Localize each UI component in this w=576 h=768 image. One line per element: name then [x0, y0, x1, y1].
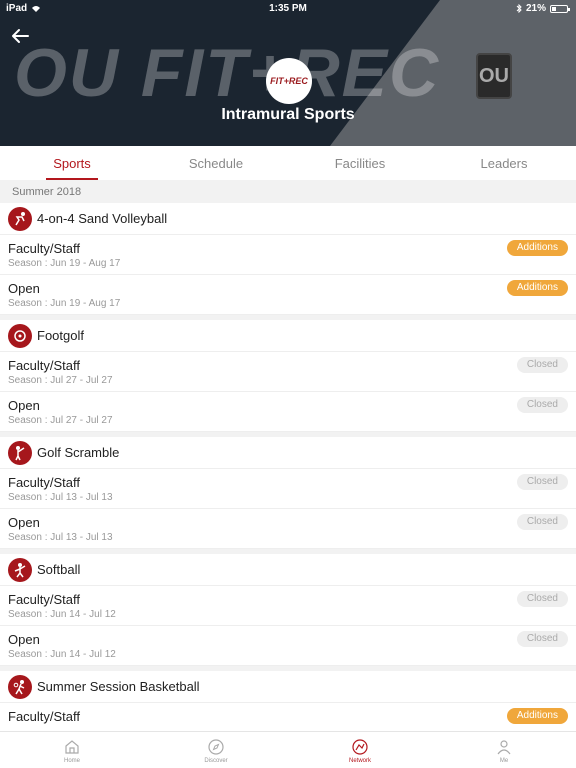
battery-percent: 21%	[525, 3, 546, 14]
division-row[interactable]: Faculty/Staff Season : Jul 13 - Jul 13 C…	[0, 469, 576, 509]
division-name: Open	[8, 281, 40, 296]
division-row[interactable]: Open Season : Jun 14 - Jul 12 Closed	[0, 626, 576, 666]
battery-icon	[550, 4, 570, 13]
tab-sports[interactable]: Sports	[0, 146, 144, 180]
division-row[interactable]: Faculty/Staff Season : Jun 14 - Jul 12 C…	[0, 586, 576, 626]
softball-icon	[8, 557, 32, 582]
nav-discover[interactable]: Discover	[144, 732, 288, 768]
person-icon	[497, 740, 511, 755]
sport-header[interactable]: Summer Session Basketball	[0, 671, 576, 703]
division-row[interactable]: Open Season : Jun 19 - Aug 17 Additions	[0, 275, 576, 315]
sport-name: Softball	[37, 562, 81, 577]
golf-icon	[8, 440, 32, 465]
nav-network[interactable]: Network	[288, 732, 432, 768]
division-row[interactable]: Open Season : Jul 27 - Jul 27 Closed	[0, 392, 576, 432]
sport-name: Summer Session Basketball	[37, 679, 200, 694]
division-season: Season : Jul 13 - Jul 13	[8, 492, 113, 503]
status-badge: Additions	[506, 708, 568, 724]
division-row[interactable]: Faculty/Staff Season : Jul 27 - Jul 27 C…	[0, 352, 576, 392]
status-time: 1:35 PM	[269, 3, 307, 14]
header-background-text: OU FIT+REC	[14, 35, 441, 111]
nav-home[interactable]: Home	[0, 732, 144, 768]
division-season: Season : Jul 13 - Jul 13	[8, 532, 113, 543]
division-name: Faculty/Staff	[8, 241, 81, 256]
sport-name: 4-on-4 Sand Volleyball	[37, 211, 168, 226]
bottom-nav: Home Discover Network Me	[0, 731, 576, 768]
status-badge: Closed	[516, 357, 568, 373]
sports-list: 4-on-4 Sand Volleyball Faculty/Staff Sea…	[0, 203, 576, 731]
division-season: Season : Jul 27 - Jul 27	[8, 375, 113, 386]
division-season: Season : Jun 14 - Jul 12	[8, 649, 116, 660]
status-bar: iPad 1:35 PM 21%	[0, 0, 576, 16]
nav-home-label: Home	[63, 758, 80, 764]
division-row[interactable]: Open Season : Jul 13 - Jul 13 Closed	[0, 509, 576, 549]
division-name: Open	[8, 632, 40, 647]
division-season: Season : Jun 19 - Aug 17	[8, 258, 121, 269]
status-badge: Closed	[516, 397, 568, 413]
division-season: Season : Jul 27 - Jul 27	[8, 415, 113, 426]
status-badge: Closed	[516, 514, 568, 530]
basketball-icon	[8, 674, 32, 699]
season-label: Summer 2018	[0, 180, 576, 203]
division-season: Season : Jun 19 - Aug 17	[8, 298, 121, 309]
bluetooth-icon	[516, 4, 522, 13]
fit-rec-logo: FIT+REC	[266, 58, 312, 104]
footgolf-icon	[8, 323, 32, 348]
sport-header[interactable]: Softball	[0, 554, 576, 586]
division-name: Faculty/Staff	[8, 592, 81, 607]
tab-facilities[interactable]: Facilities	[288, 146, 432, 180]
status-badge: Closed	[516, 474, 568, 490]
compass-icon	[208, 739, 224, 755]
volleyball-icon	[8, 206, 32, 231]
division-name: Faculty/Staff	[8, 475, 81, 490]
home-icon	[65, 740, 79, 754]
division-row[interactable]: Faculty/Staff Season : Jun 19 - Aug 17 A…	[0, 235, 576, 275]
division-row[interactable]: Faculty/Staff Additions	[0, 703, 576, 731]
nav-me[interactable]: Me	[432, 732, 576, 768]
page-title: Intramural Sports	[221, 106, 355, 123]
back-arrow-icon[interactable]	[10, 26, 30, 46]
sport-name: Golf Scramble	[37, 445, 120, 460]
tab-schedule[interactable]: Schedule	[144, 146, 288, 180]
division-name: Faculty/Staff	[8, 358, 81, 373]
status-badge: Closed	[516, 631, 568, 647]
division-season: Season : Jun 14 - Jul 12	[8, 609, 116, 620]
network-icon	[352, 739, 368, 755]
sport-name: Footgolf	[37, 328, 84, 343]
ou-corner-logo: OU	[476, 53, 512, 99]
nav-network-label: Network	[348, 758, 371, 764]
status-badge: Additions	[506, 240, 568, 256]
tab-bar: Sports Schedule Facilities Leaders	[0, 146, 576, 180]
status-badge: Additions	[506, 280, 568, 296]
nav-discover-label: Discover	[204, 758, 228, 764]
sport-header[interactable]: Footgolf	[0, 320, 576, 352]
nav-me-label: Me	[499, 758, 509, 764]
header-banner: iPad 1:35 PM 21% OU FIT+REC FIT+REC OU I…	[0, 0, 576, 146]
tab-leaders[interactable]: Leaders	[432, 146, 576, 180]
division-name: Open	[8, 398, 40, 413]
sport-header[interactable]: 4-on-4 Sand Volleyball	[0, 203, 576, 235]
division-name: Faculty/Staff	[8, 709, 81, 724]
sport-header[interactable]: Golf Scramble	[0, 437, 576, 469]
division-name: Open	[8, 515, 40, 530]
status-badge: Closed	[516, 591, 568, 607]
